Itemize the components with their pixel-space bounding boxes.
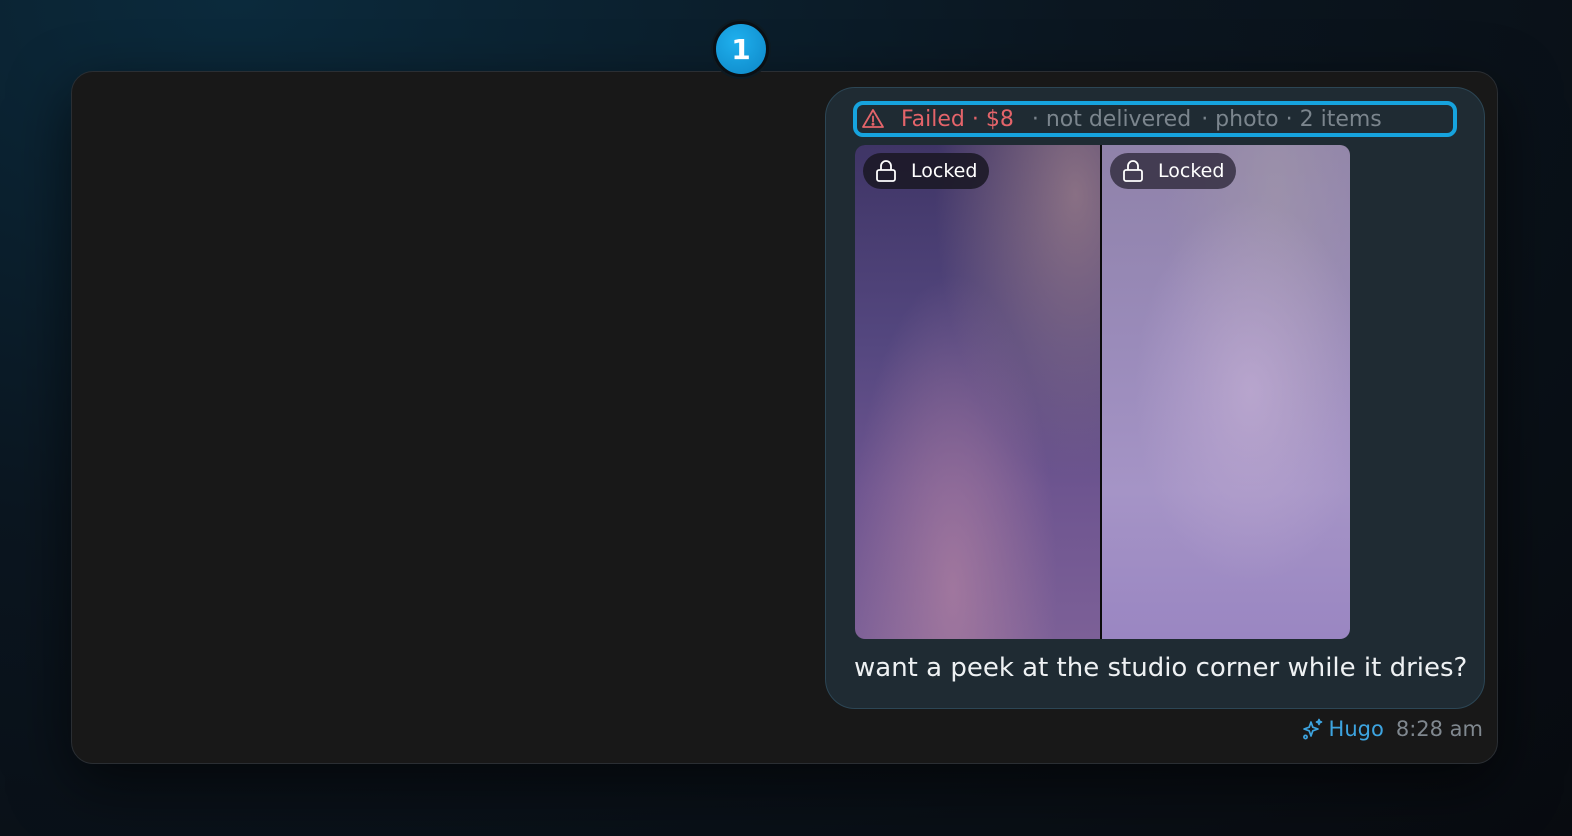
locked-badge: Locked <box>1110 153 1237 189</box>
locked-photo[interactable]: Locked <box>855 145 1100 639</box>
sparkle-icon <box>1301 717 1325 741</box>
warning-triangle-icon <box>861 106 887 132</box>
content-details-label: · photo · 2 items <box>1201 106 1382 132</box>
locked-badge: Locked <box>863 153 990 189</box>
message-bubble[interactable]: Failed · $8 · not delivered · photo · 2 … <box>825 87 1485 709</box>
message-caption: want a peek at the studio corner while i… <box>854 653 1468 683</box>
payment-status-row[interactable]: Failed · $8 · not delivered · photo · 2 … <box>853 101 1457 137</box>
locked-photo[interactable]: Locked <box>1102 145 1350 639</box>
failed-price-label: Failed · $8 <box>901 106 1014 132</box>
chat-window: Failed · $8 · not delivered · photo · 2 … <box>71 71 1498 764</box>
lock-icon <box>875 159 899 183</box>
author-name[interactable]: Hugo <box>1329 717 1384 741</box>
message-meta: Hugo 8:28 am <box>1301 717 1483 741</box>
locked-label: Locked <box>911 160 978 182</box>
locked-label: Locked <box>1158 160 1225 182</box>
locked-photo-grid: Locked Locked <box>855 145 1350 639</box>
lock-icon <box>1122 159 1146 183</box>
delivery-status-label: · not delivered <box>1031 106 1192 132</box>
step-number-badge: 1 <box>713 21 769 77</box>
message-timestamp: 8:28 am <box>1395 717 1483 741</box>
